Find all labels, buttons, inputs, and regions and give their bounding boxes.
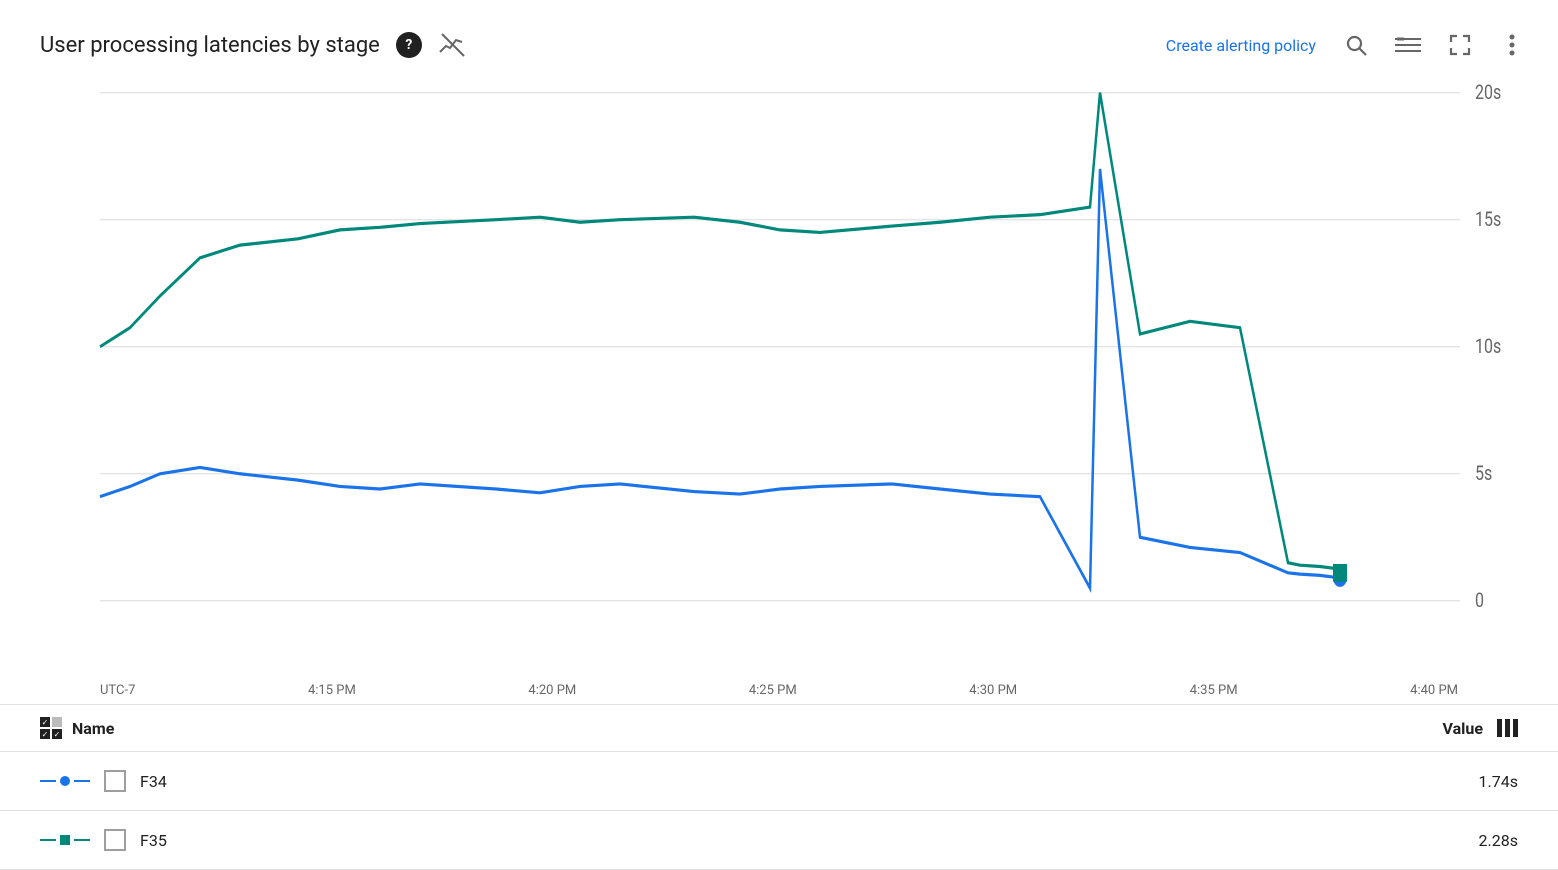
- f34-line-indicator: [40, 776, 90, 786]
- search-icon[interactable]: [1340, 29, 1372, 61]
- chart-area: 20s 15s 10s 5s 0 UTC-7: [0, 80, 1558, 704]
- f34-checkbox[interactable]: [104, 770, 126, 792]
- x-label-2: 4:20 PM: [528, 683, 576, 698]
- column-chooser-icon[interactable]: [1497, 719, 1518, 737]
- legend-table: ✓ ✓ ✓ Name Value: [0, 704, 1558, 870]
- chart-container: User processing latencies by stage ? Cre…: [0, 0, 1558, 870]
- fullscreen-icon[interactable]: [1444, 29, 1476, 61]
- x-label-1: 4:15 PM: [308, 683, 356, 698]
- f35-line-indicator: [40, 835, 90, 845]
- header-icons: [1340, 29, 1528, 61]
- f34-name: F34: [140, 772, 167, 791]
- f34-value: 1.74s: [1438, 772, 1518, 791]
- chart-title: User processing latencies by stage: [40, 33, 380, 58]
- legend-header-left: ✓ ✓ ✓ Name: [40, 717, 1443, 739]
- legend-icon[interactable]: [1392, 29, 1424, 61]
- legend-row-left-f34: F34: [40, 770, 1438, 792]
- chart-header: User processing latencies by stage ? Cre…: [0, 0, 1558, 80]
- f35-value: 2.28s: [1438, 831, 1518, 850]
- more-icon[interactable]: [1496, 29, 1528, 61]
- x-label-4: 4:30 PM: [969, 683, 1017, 698]
- legend-row-f34: F34 1.74s: [0, 752, 1558, 811]
- chart-svg-wrapper: 20s 15s 10s 5s 0: [40, 80, 1518, 677]
- svg-text:5s: 5s: [1475, 462, 1492, 485]
- y-axis: 20s 15s 10s 5s 0: [100, 81, 1501, 612]
- series-f35-line: [100, 93, 1340, 569]
- x-axis-labels: UTC-7 4:15 PM 4:20 PM 4:25 PM 4:30 PM 4:…: [40, 677, 1518, 704]
- main-chart: 20s 15s 10s 5s 0: [40, 80, 1518, 677]
- legend-row-f35: F35 2.28s: [0, 811, 1558, 870]
- series-f34-line: [100, 169, 1340, 588]
- legend-name-header: Name: [72, 719, 114, 738]
- svg-text:15s: 15s: [1475, 208, 1501, 231]
- create-alerting-link[interactable]: Create alerting policy: [1166, 36, 1316, 55]
- help-icon[interactable]: ?: [396, 32, 422, 58]
- svg-text:0: 0: [1475, 589, 1484, 612]
- legend-header: ✓ ✓ ✓ Name Value: [0, 705, 1558, 752]
- legend-value-header: Value: [1443, 719, 1484, 738]
- anomaly-icon[interactable]: [438, 30, 468, 60]
- f35-endpoint: [1333, 564, 1347, 582]
- x-label-5: 4:35 PM: [1190, 683, 1238, 698]
- f35-name: F35: [140, 831, 167, 850]
- svg-text:20s: 20s: [1475, 81, 1501, 104]
- x-label-3: 4:25 PM: [749, 683, 797, 698]
- svg-text:10s: 10s: [1475, 335, 1501, 358]
- x-label-6: 4:40 PM: [1410, 683, 1458, 698]
- f35-checkbox[interactable]: [104, 829, 126, 851]
- legend-row-left-f35: F35: [40, 829, 1438, 851]
- x-label-0: UTC-7: [100, 683, 135, 698]
- legend-select-all-icon[interactable]: ✓ ✓ ✓: [40, 717, 62, 739]
- legend-header-right: Value: [1443, 719, 1519, 738]
